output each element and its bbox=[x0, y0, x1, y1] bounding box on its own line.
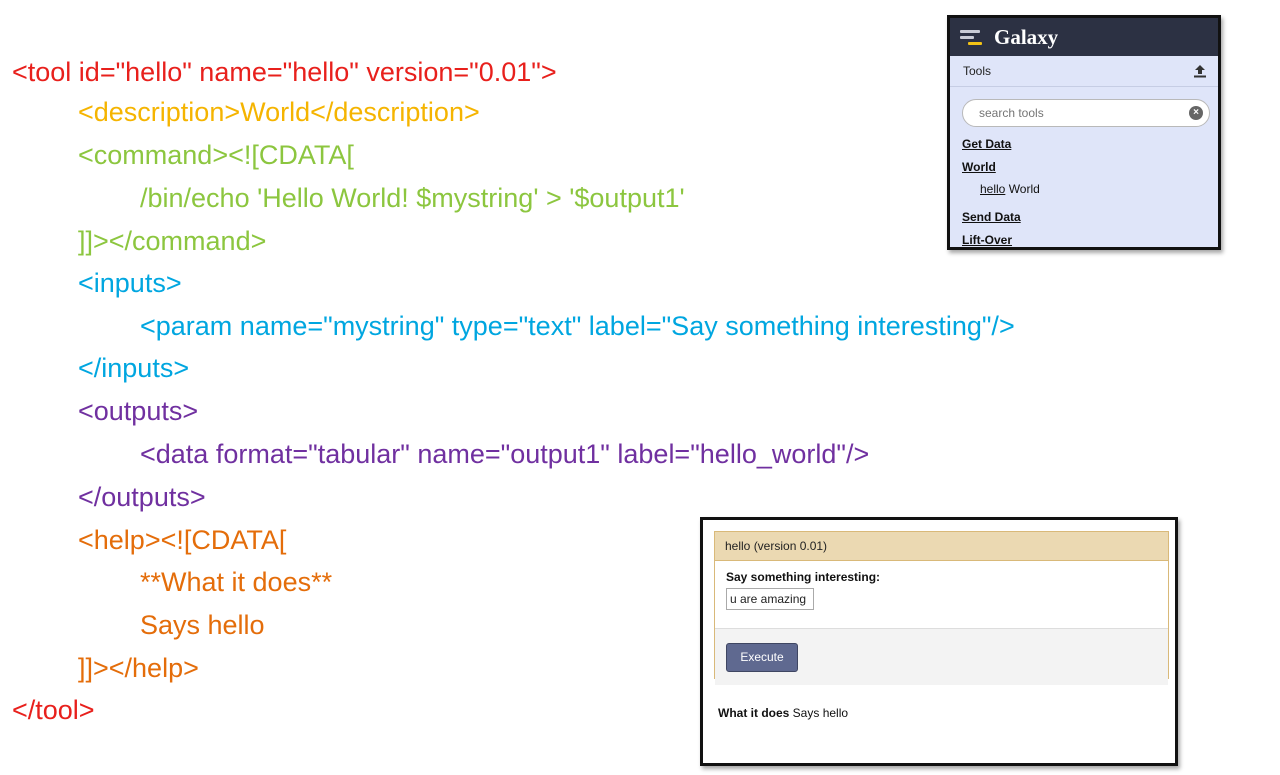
tools-header: Tools bbox=[950, 56, 1218, 87]
tool-form-body: Say something interesting: bbox=[715, 561, 1168, 629]
code-line-help-open: <help><![CDATA[ bbox=[78, 525, 287, 555]
execute-button[interactable]: Execute bbox=[726, 642, 798, 672]
tool-item-hello[interactable]: hello World bbox=[962, 182, 1218, 196]
code-line-command-close: ]]></command> bbox=[78, 226, 267, 256]
galaxy-masthead: Galaxy bbox=[950, 18, 1218, 56]
code-line-help-heading: **What it does** bbox=[140, 567, 333, 597]
code-line-tool-close: </tool> bbox=[12, 695, 95, 725]
code-line-tool-open: <tool id="hello" name="hello" version="0… bbox=[12, 57, 557, 87]
section-send-data[interactable]: Send Data bbox=[962, 210, 1218, 224]
search-tools-input[interactable] bbox=[979, 106, 1129, 120]
tool-form: hello (version 0.01) Say something inter… bbox=[714, 531, 1169, 685]
upload-icon[interactable] bbox=[1192, 63, 1208, 79]
galaxy-logo-icon[interactable] bbox=[960, 26, 986, 48]
galaxy-tool-panel: Galaxy Tools × Get Data World hello Worl… bbox=[947, 15, 1221, 250]
code-line-inputs-close: </inputs> bbox=[78, 353, 190, 383]
section-get-data[interactable]: Get Data bbox=[962, 137, 1218, 151]
code-line-description: <description>World</description> bbox=[78, 97, 480, 127]
galaxy-brand[interactable]: Galaxy bbox=[994, 25, 1058, 50]
code-line-command-body: /bin/echo 'Hello World! $mystring' > '$o… bbox=[140, 183, 685, 213]
code-line-outputs-close: </outputs> bbox=[78, 482, 206, 512]
code-line-param: <param name="mystring" type="text" label… bbox=[140, 311, 1015, 341]
tool-form-panel: hello (version 0.01) Say something inter… bbox=[700, 517, 1178, 766]
code-line-help-text: Says hello bbox=[140, 610, 265, 640]
param-label: Say something interesting: bbox=[726, 570, 881, 584]
help-heading: What it does bbox=[718, 706, 790, 720]
tool-list: Get Data World hello World Send Data Lif… bbox=[950, 137, 1218, 247]
code-line-outputs-open: <outputs> bbox=[78, 396, 199, 426]
tool-form-actions: Execute bbox=[715, 629, 1168, 685]
code-line-inputs-open: <inputs> bbox=[78, 268, 182, 298]
clear-search-icon[interactable]: × bbox=[1189, 106, 1203, 120]
code-line-command-open: <command><![CDATA[ bbox=[78, 140, 354, 170]
tool-search-box: × bbox=[962, 99, 1210, 127]
tool-help: What it does Says hello bbox=[718, 706, 848, 720]
tool-item-desc: World bbox=[1005, 182, 1040, 196]
tool-item-name[interactable]: hello bbox=[980, 182, 1005, 196]
code-line-help-close: ]]></help> bbox=[78, 653, 199, 683]
section-lift-over[interactable]: Lift-Over bbox=[962, 233, 1218, 247]
mystring-input[interactable] bbox=[726, 588, 814, 610]
tool-form-title: hello (version 0.01) bbox=[715, 532, 1168, 561]
section-world[interactable]: World bbox=[962, 160, 1218, 174]
code-line-data: <data format="tabular" name="output1" la… bbox=[140, 439, 870, 469]
help-text: Says hello bbox=[789, 706, 849, 720]
tools-title: Tools bbox=[963, 64, 992, 78]
